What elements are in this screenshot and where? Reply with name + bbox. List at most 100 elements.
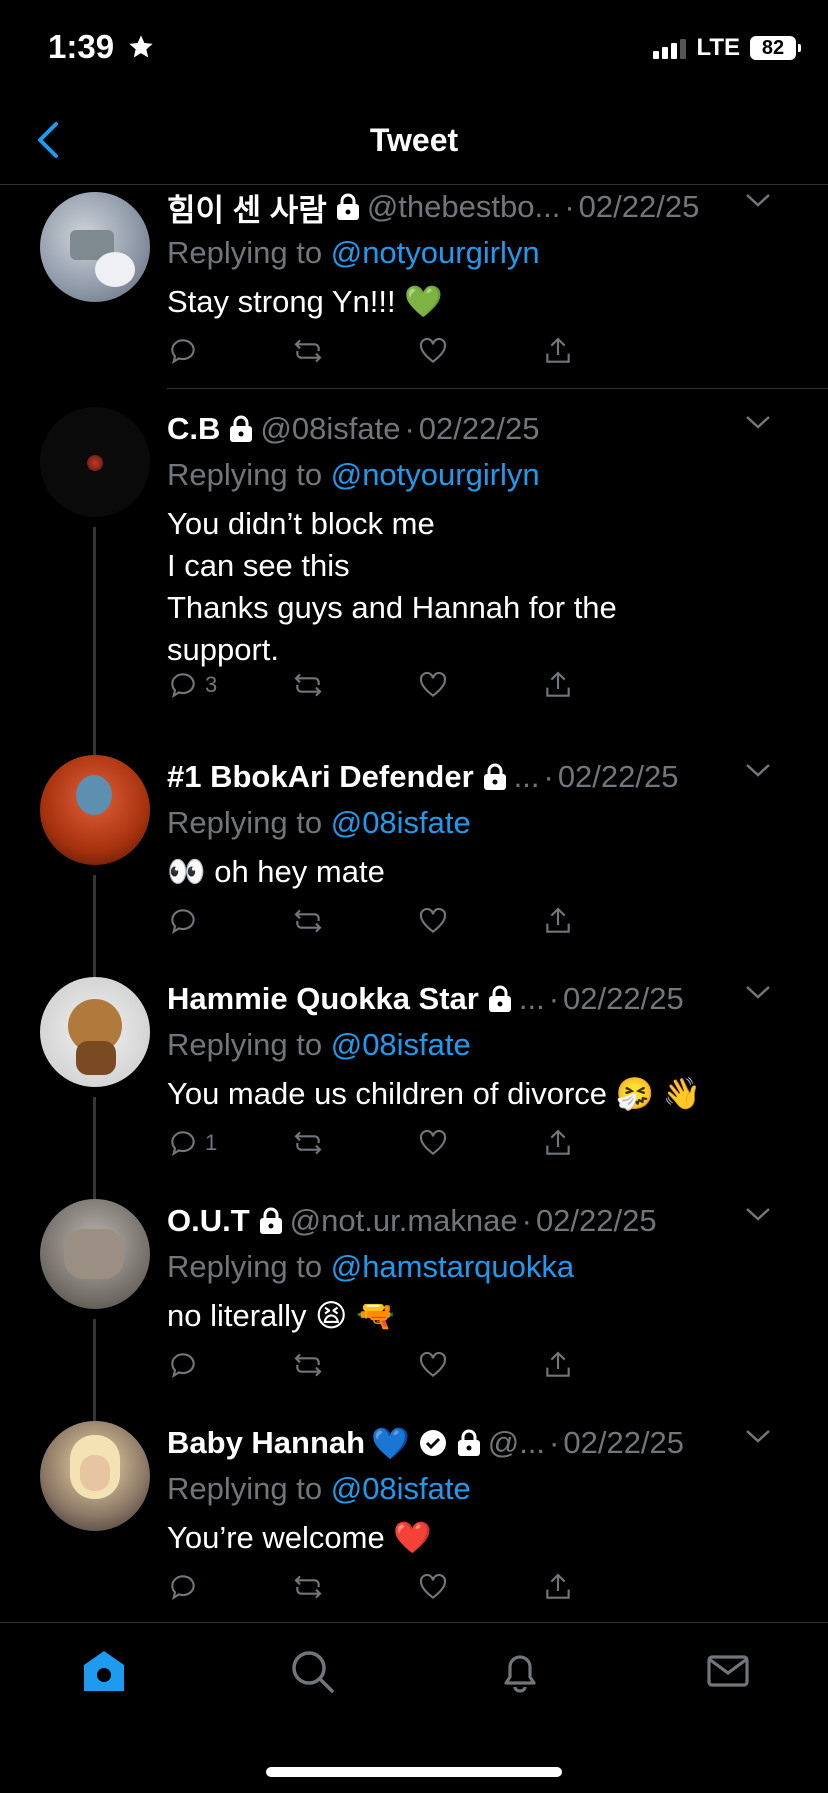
like-button[interactable] [417, 1571, 542, 1603]
reply-icon [171, 339, 195, 364]
heart-icon [419, 337, 447, 364]
home-icon[interactable] [80, 1647, 128, 1695]
tweet-meta: Hammie Quokka Star ... · 02/22/25 [167, 977, 808, 1021]
status-time: 1:39 [48, 28, 155, 66]
like-button[interactable] [417, 669, 542, 701]
lock-icon [488, 985, 511, 1012]
retweet-button[interactable] [292, 669, 417, 701]
mention-link[interactable]: @hamstarquokka [331, 1249, 574, 1284]
like-button[interactable] [417, 1127, 542, 1159]
share-button[interactable] [542, 335, 667, 367]
chevron-down-icon[interactable] [744, 1205, 772, 1223]
share-button[interactable] [542, 669, 667, 701]
lock-icon [457, 1429, 480, 1456]
tweet-text-line: I can see this [167, 548, 350, 583]
avatar[interactable] [40, 192, 150, 302]
mention-link[interactable]: @notyourgirlyn [331, 235, 540, 270]
lock-icon [483, 763, 506, 790]
mention-link[interactable]: @notyourgirlyn [331, 457, 540, 492]
avatar[interactable] [40, 977, 150, 1087]
network-type: LTE [696, 34, 740, 61]
share-button[interactable] [542, 1349, 667, 1381]
user-handle[interactable]: ... [514, 759, 540, 795]
reply-button[interactable] [167, 1571, 292, 1603]
retweet-icon [294, 1353, 322, 1377]
thread-line [93, 1319, 96, 1423]
chevron-down-icon[interactable] [744, 191, 772, 209]
avatar[interactable] [40, 407, 150, 517]
avatar[interactable] [40, 1421, 150, 1531]
retweet-button[interactable] [292, 905, 417, 937]
tweet-meta: O.U.T @not.ur.maknae · 02/22/25 [167, 1199, 808, 1243]
status-indicators: LTE 82 [653, 34, 801, 62]
display-name[interactable]: Hammie Quokka Star [167, 981, 479, 1017]
tweet[interactable]: Hammie Quokka Star ... · 02/22/25 Replyi… [0, 977, 828, 1201]
replying-to-label: Replying to [167, 1471, 331, 1506]
tweet-body: Baby Hannah 💙 @... · 02/22/25 Replying t… [167, 1421, 808, 1559]
user-handle[interactable]: @not.ur.maknae [290, 1203, 518, 1239]
mention-link[interactable]: @08isfate [331, 805, 471, 840]
like-button[interactable] [417, 335, 542, 367]
share-icon [546, 671, 570, 697]
like-button[interactable] [417, 1349, 542, 1381]
chevron-down-icon[interactable] [744, 983, 772, 1001]
mail-icon[interactable] [704, 1647, 752, 1695]
bell-icon[interactable] [496, 1647, 544, 1695]
tweet-date: 02/22/25 [535, 1203, 657, 1238]
tweet-body: O.U.T @not.ur.maknae · 02/22/25 Replying… [167, 1199, 808, 1337]
tweet-text: 👀 oh hey mate [167, 851, 808, 893]
tweet[interactable]: 힘이 센 사람 @thebestbo... · 02/22/25 Replyin… [0, 185, 828, 389]
retweet-button[interactable] [292, 335, 417, 367]
retweet-button[interactable] [292, 1349, 417, 1381]
reply-button[interactable] [167, 905, 292, 937]
chevron-down-icon[interactable] [744, 761, 772, 779]
tweet-meta: Baby Hannah 💙 @... · 02/22/25 [167, 1421, 808, 1465]
thread-line [93, 527, 96, 757]
tweet-text-line: no literally 😫 🔫 [167, 1298, 395, 1333]
mention-link[interactable]: @08isfate [331, 1471, 471, 1506]
tweet-meta: C.B @08isfate · 02/22/25 [167, 407, 808, 451]
tweet-text-line: 👀 oh hey mate [167, 854, 385, 889]
user-handle[interactable]: ... [519, 981, 545, 1017]
mention-link[interactable]: @08isfate [331, 1027, 471, 1062]
share-button[interactable] [542, 1571, 667, 1603]
avatar[interactable] [40, 755, 150, 865]
share-button[interactable] [542, 1127, 667, 1159]
retweet-icon [294, 339, 322, 363]
tweet-text: no literally 😫 🔫 [167, 1295, 808, 1337]
reply-button[interactable]: 1 [167, 1127, 292, 1159]
top-nav-bar: Tweet [0, 96, 828, 185]
avatar[interactable] [40, 1199, 150, 1309]
chevron-down-icon[interactable] [744, 1427, 772, 1445]
retweet-button[interactable] [292, 1571, 417, 1603]
tweet-text-line: You’re welcome ❤️ [167, 1520, 432, 1555]
user-handle[interactable]: @thebestbo... [367, 189, 560, 225]
display-name[interactable]: O.U.T [167, 1203, 250, 1239]
like-button[interactable] [417, 905, 542, 937]
tweet[interactable]: C.B @08isfate · 02/22/25 Replying to @no… [0, 407, 828, 757]
tweet[interactable]: Baby Hannah 💙 @... · 02/22/25 Replying t… [0, 1421, 828, 1621]
display-name[interactable]: 힘이 센 사람 [167, 185, 327, 230]
retweet-button[interactable] [292, 1127, 417, 1159]
tweet-date: 02/22/25 [557, 759, 679, 794]
replying-to: Replying to @hamstarquokka [167, 1245, 808, 1289]
reply-button[interactable]: 3 [167, 669, 292, 701]
tweet-meta: 힘이 센 사람 @thebestbo... · 02/22/25 [167, 185, 808, 229]
tweet[interactable]: #1 BbokAri Defender ... · 02/22/25 Reply… [0, 725, 828, 979]
reply-button[interactable] [167, 1349, 292, 1381]
battery-level: 82 [750, 36, 801, 60]
retweet-icon [294, 1131, 322, 1155]
tweet[interactable]: O.U.T @not.ur.maknae · 02/22/25 Replying… [0, 1199, 828, 1423]
user-handle[interactable]: @... [488, 1425, 545, 1461]
chevron-down-icon[interactable] [744, 413, 772, 431]
heart-icon [419, 1573, 447, 1600]
display-name[interactable]: C.B [167, 411, 220, 447]
user-handle[interactable]: @08isfate [260, 411, 400, 447]
reply-button[interactable] [167, 335, 292, 367]
tweet-meta: #1 BbokAri Defender ... · 02/22/25 [167, 755, 808, 799]
display-name[interactable]: Baby Hannah [167, 1425, 365, 1461]
search-icon[interactable] [288, 1647, 336, 1695]
display-name[interactable]: #1 BbokAri Defender [167, 759, 474, 795]
tweet-text: You’re welcome ❤️ [167, 1517, 808, 1559]
share-button[interactable] [542, 905, 667, 937]
